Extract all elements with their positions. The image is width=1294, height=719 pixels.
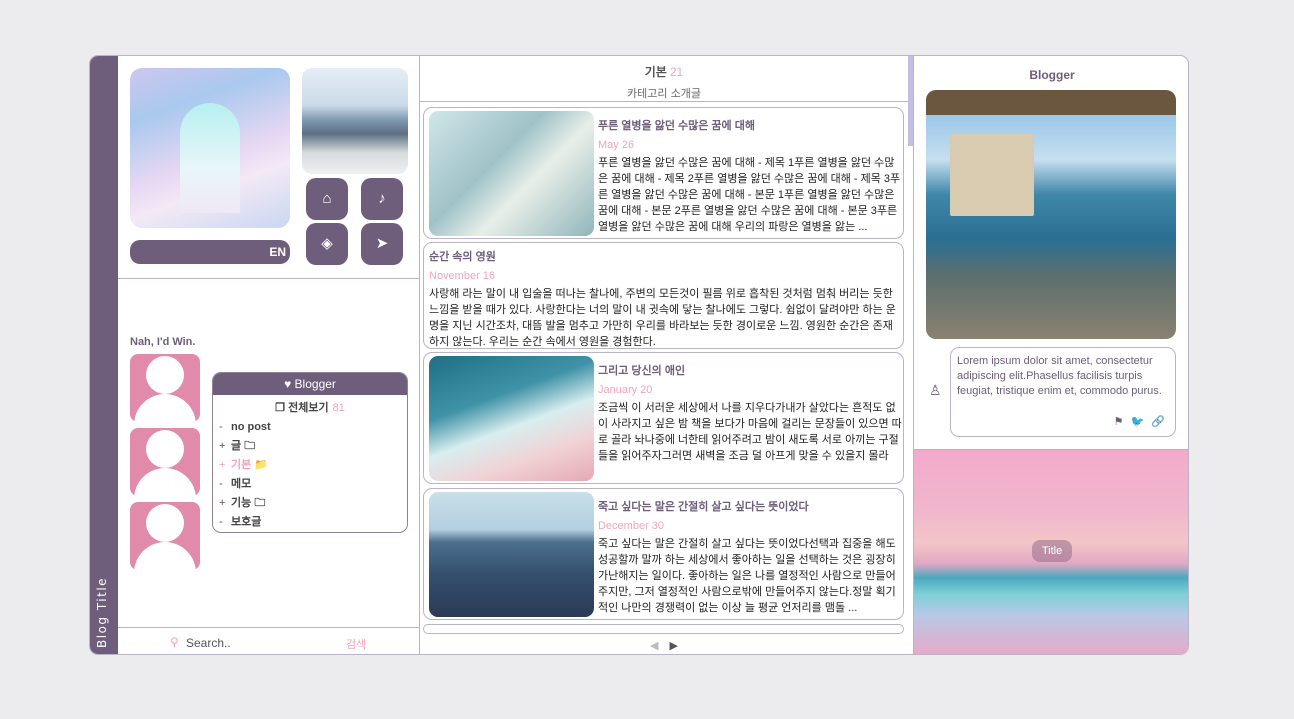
category-header-label: Blogger — [294, 377, 336, 391]
category-item[interactable]: + 글 🗀 — [219, 437, 407, 456]
post-card[interactable]: 푸른 열병을 앓던 수많은 꿈에 대해 May 26 푸른 열병을 앓던 수많은… — [423, 107, 904, 239]
post-excerpt: 사랑해 라는 말이 내 입술을 떠나는 찰나에, 주변의 모든것이 필름 위로 … — [429, 288, 896, 348]
post-thumbnail — [429, 356, 594, 481]
category-item[interactable]: - no post — [219, 418, 407, 437]
category-item[interactable]: - 메모 — [219, 475, 407, 494]
search-input[interactable]: Search.. — [186, 636, 231, 650]
right-panel: Blogger ♙ Lorem ipsum dolor sit amet, co… — [914, 56, 1188, 654]
category-count: 21 — [669, 65, 684, 79]
post-date: November 16 — [429, 270, 496, 282]
post-thumbnail — [429, 111, 594, 236]
banner-image[interactable]: Title — [914, 450, 1188, 654]
blog-frame: Blog Title EN ⌂ ♪ ◈ ➤ Nah, I'd Win. ♥ Bl… — [89, 55, 1189, 655]
scrollbar[interactable] — [908, 56, 913, 146]
post-title[interactable]: 순간 속의 영원 — [429, 248, 898, 264]
post-title[interactable]: 그리고 당신의 애인 — [598, 362, 902, 378]
prev-page-icon[interactable]: ◀ — [650, 640, 658, 652]
notification-button[interactable]: ♪ — [361, 178, 403, 220]
post-date: December 30 — [598, 520, 665, 532]
heart-icon: ♥ — [284, 377, 292, 391]
category-all-count: 81 — [332, 402, 345, 414]
banner-title: Title — [1032, 540, 1072, 562]
copy-icon: ❐ — [275, 402, 286, 414]
tagline: Nah, I'd Win. — [130, 336, 196, 348]
category-heading: 기본 21 카테고리 소개글 — [420, 56, 908, 102]
folder-icon: 📁 — [254, 459, 269, 471]
tag-icon: ◈ — [321, 235, 333, 252]
profile-bio: Lorem ipsum dolor sit amet, consectetur … — [950, 347, 1176, 437]
profile-artwork — [130, 68, 290, 228]
category-description: 카테고리 소개글 — [627, 88, 701, 100]
post-date: May 26 — [598, 139, 635, 151]
post-card[interactable]: 그리고 당신의 애인 January 20 조금씩 이 서러운 세상에서 나를 … — [423, 352, 904, 484]
paper-plane-icon: ➤ — [375, 235, 389, 252]
search-bar: ⚲ Search.. 검색 — [118, 627, 420, 654]
user-heart-icon: ♙ — [929, 382, 942, 398]
tag-button[interactable]: ◈ — [306, 223, 348, 265]
post-feed: 기본 21 카테고리 소개글 푸른 열병을 앓던 수많은 꿈에 대해 May 26… — [420, 56, 914, 654]
blog-title[interactable]: Blog Title — [95, 577, 109, 648]
post-excerpt: 조금씩 이 서러운 세상에서 나를 지우다가내가 살았다는 흔적도 없이 사라지… — [598, 402, 902, 462]
bio-text: Lorem ipsum dolor sit amet, consectetur … — [957, 355, 1162, 397]
category-item[interactable]: + 기능 🗀 — [219, 494, 407, 513]
post-date: January 20 — [598, 384, 653, 396]
post-card[interactable]: 순간 속의 영원 November 16 사랑해 라는 말이 내 입술을 떠나는… — [423, 242, 904, 349]
bell-icon: ♪ — [378, 190, 386, 207]
beach-thumbnail — [302, 68, 408, 174]
social-links-icons[interactable]: ⚑ 🐦 🔗 — [1114, 415, 1167, 430]
search-icon: ⚲ — [170, 635, 179, 649]
category-list: - no post + 글 🗀 + 기본 📁 - 메모 + 기능 🗀 - 보호글 — [219, 418, 407, 532]
category-box: ♥ Blogger ❐ 전체보기 81 - no post + 글 🗀 + 기본 📁 -… — [212, 372, 408, 533]
home-button[interactable]: ⌂ — [306, 178, 348, 220]
category-header: ♥ Blogger — [213, 373, 407, 395]
divider — [118, 278, 420, 279]
folder-icon: 🗀 — [254, 497, 266, 509]
profile-title: Blogger — [1029, 68, 1075, 82]
post-card[interactable]: 죽고 싶다는 말은 간절히 살고 싶다는 뜻이었다 December 30 죽고… — [423, 488, 904, 620]
post-excerpt: 죽고 싶다는 말은 간절히 살고 싶다는 뜻이었다선택과 집중을 해도 성공할까… — [598, 538, 896, 614]
profile-photo — [926, 90, 1176, 339]
blog-title-sidebar: Blog Title — [90, 56, 118, 654]
category-item[interactable]: - 보호글 — [219, 513, 407, 532]
post-thumbnail — [429, 492, 594, 617]
post-excerpt: 푸른 열병을 앓던 수많은 꿈에 대해 - 제목 1푸른 열병을 앓던 수많은 … — [598, 157, 901, 233]
avatar[interactable] — [130, 354, 200, 422]
post-title[interactable]: 죽고 싶다는 말은 간절히 살고 싶다는 뜻이었다 — [598, 498, 902, 514]
pagination: ◀ ▶ — [650, 639, 678, 652]
avatar[interactable] — [130, 502, 200, 570]
post-title[interactable]: 푸른 열병을 앓던 수많은 꿈에 대해 — [598, 117, 902, 133]
guestbook-button[interactable]: ➤ — [361, 223, 403, 265]
home-icon: ⌂ — [322, 190, 332, 207]
post-card[interactable] — [423, 624, 904, 634]
left-panel: EN ⌂ ♪ ◈ ➤ Nah, I'd Win. ♥ Blogger ❐ 전체보… — [118, 56, 420, 654]
category-item-active[interactable]: + 기본 📁 — [219, 456, 407, 475]
avatar[interactable] — [130, 428, 200, 496]
category-all-link[interactable]: ❐ 전체보기 81 — [213, 399, 407, 415]
search-button[interactable]: 검색 — [346, 636, 366, 652]
category-title: 기본 — [644, 65, 667, 79]
next-page-icon[interactable]: ▶ — [670, 640, 678, 652]
language-toggle[interactable]: EN — [130, 240, 290, 264]
folder-icon: 🗀 — [244, 440, 256, 452]
